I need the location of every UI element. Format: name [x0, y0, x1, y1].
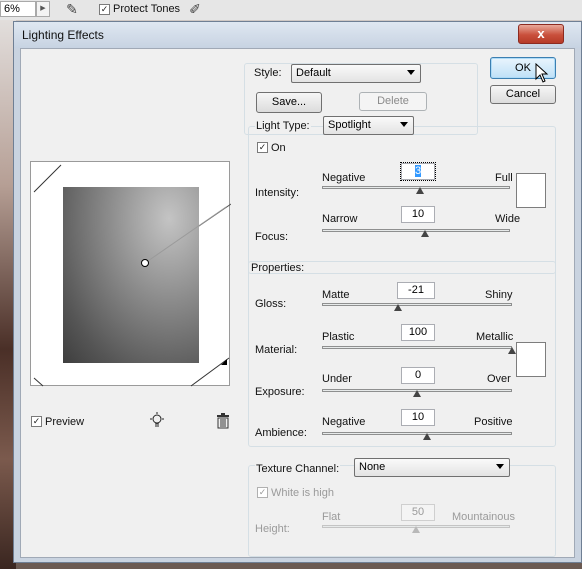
ambience-input[interactable]: 10 — [401, 409, 435, 426]
gloss-min-label: Matte — [322, 289, 350, 301]
slider-thumb[interactable] — [422, 433, 431, 440]
style-value: Default — [296, 67, 331, 79]
height-min-label: Flat — [322, 511, 341, 523]
material-input[interactable]: 100 — [401, 324, 435, 341]
slider-thumb[interactable] — [421, 230, 430, 237]
slider-thumb[interactable] — [508, 347, 516, 354]
slider-thumb[interactable] — [413, 390, 421, 397]
intensity-label: Intensity: — [255, 187, 300, 199]
light-color-swatch[interactable] — [516, 173, 546, 208]
save-button[interactable]: Save... — [256, 92, 322, 113]
intensity-min-label: Negative — [322, 172, 366, 184]
chevron-down-icon — [400, 122, 408, 127]
light-on-label: On — [271, 142, 286, 154]
slider-thumb[interactable] — [394, 304, 402, 311]
preview-checkbox[interactable]: ✓ — [31, 416, 42, 427]
gloss-input[interactable]: -21 — [397, 282, 435, 299]
focus-label: Focus: — [255, 231, 289, 243]
properties-label: Properties: — [251, 262, 305, 274]
preview-canvas[interactable] — [30, 161, 231, 387]
texture-channel-value: None — [359, 461, 386, 473]
trash-icon[interactable] — [216, 413, 230, 429]
white-is-high-checkbox[interactable]: ✓ — [257, 487, 268, 498]
cancel-button[interactable]: Cancel — [490, 85, 556, 104]
light-on-checkbox[interactable]: ✓ — [257, 142, 268, 153]
protect-tones-label: Protect Tones — [113, 3, 181, 15]
light-center-handle — [141, 259, 149, 267]
mouse-cursor-icon — [535, 63, 549, 83]
new-light-icon[interactable] — [149, 412, 165, 428]
intensity-value: 3 — [414, 165, 422, 177]
ambience-min-label: Negative — [322, 416, 366, 428]
dialog-body: ✓ Preview Style: Default Save... Delete … — [20, 48, 575, 558]
slider-thumb[interactable] — [412, 526, 420, 533]
material-min-label: Plastic — [322, 331, 355, 343]
light-type-group — [248, 126, 556, 274]
exposure-min-label: Under — [322, 373, 352, 385]
dialog-title: Lighting Effects — [22, 28, 104, 42]
lighting-effects-dialog: Lighting Effects x ✓ Preview Style: Defa… — [13, 21, 582, 563]
ambience-max-label: Positive — [474, 416, 513, 428]
ambience-label: Ambience: — [255, 427, 307, 439]
intensity-max-label: Full — [495, 172, 513, 184]
exposure-label: Exposure: — [255, 386, 305, 398]
focus-input[interactable]: 10 — [401, 206, 435, 223]
exposure-max-label: Over — [487, 373, 511, 385]
close-button[interactable]: x — [518, 24, 564, 44]
material-max-label: Metallic — [476, 331, 514, 343]
gloss-slider[interactable] — [322, 303, 512, 306]
light-type-value: Spotlight — [328, 119, 371, 131]
gloss-max-label: Shiny — [485, 289, 513, 301]
light-type-label: Light Type: — [255, 120, 311, 132]
options-toolbar — [0, 0, 582, 21]
light-type-dropdown[interactable]: Spotlight — [323, 116, 414, 135]
texture-channel-dropdown[interactable]: None — [354, 458, 510, 477]
white-is-high-label: White is high — [271, 487, 334, 499]
height-max-label: Mountainous — [452, 511, 515, 523]
texture-channel-label: Texture Channel: — [255, 463, 341, 475]
title-bar[interactable]: Lighting Effects x — [14, 22, 581, 48]
height-label: Height: — [255, 523, 290, 535]
slider-thumb[interactable] — [415, 187, 424, 194]
chevron-down-icon — [496, 464, 504, 469]
light-radius-handle — [221, 359, 227, 365]
sponge-tool-icon[interactable]: ✎ — [63, 1, 81, 17]
zoom-field[interactable]: 6% — [0, 1, 36, 17]
style-label: Style: — [254, 67, 282, 79]
zoom-dropdown-arrow[interactable]: ▶ — [36, 1, 50, 17]
focus-max-label: Wide — [495, 213, 521, 225]
material-label: Material: — [255, 344, 298, 356]
height-input[interactable]: 50 — [401, 504, 435, 521]
chevron-down-icon — [407, 70, 415, 75]
airbrush-icon[interactable]: ✐ — [186, 1, 204, 17]
exposure-input[interactable]: 0 — [401, 367, 435, 384]
focus-slider[interactable] — [322, 229, 510, 232]
style-dropdown[interactable]: Default — [291, 64, 421, 83]
material-color-swatch[interactable] — [516, 342, 546, 377]
preview-label: Preview — [45, 416, 85, 428]
close-icon: x — [537, 26, 545, 41]
focus-min-label: Narrow — [322, 213, 358, 225]
gloss-label: Gloss: — [255, 298, 287, 310]
delete-button[interactable]: Delete — [359, 92, 427, 111]
material-slider[interactable] — [322, 346, 512, 349]
intensity-input[interactable]: 3 — [400, 162, 436, 181]
ambience-slider[interactable] — [322, 432, 512, 435]
protect-tones-checkbox[interactable]: ✓ — [99, 4, 110, 15]
